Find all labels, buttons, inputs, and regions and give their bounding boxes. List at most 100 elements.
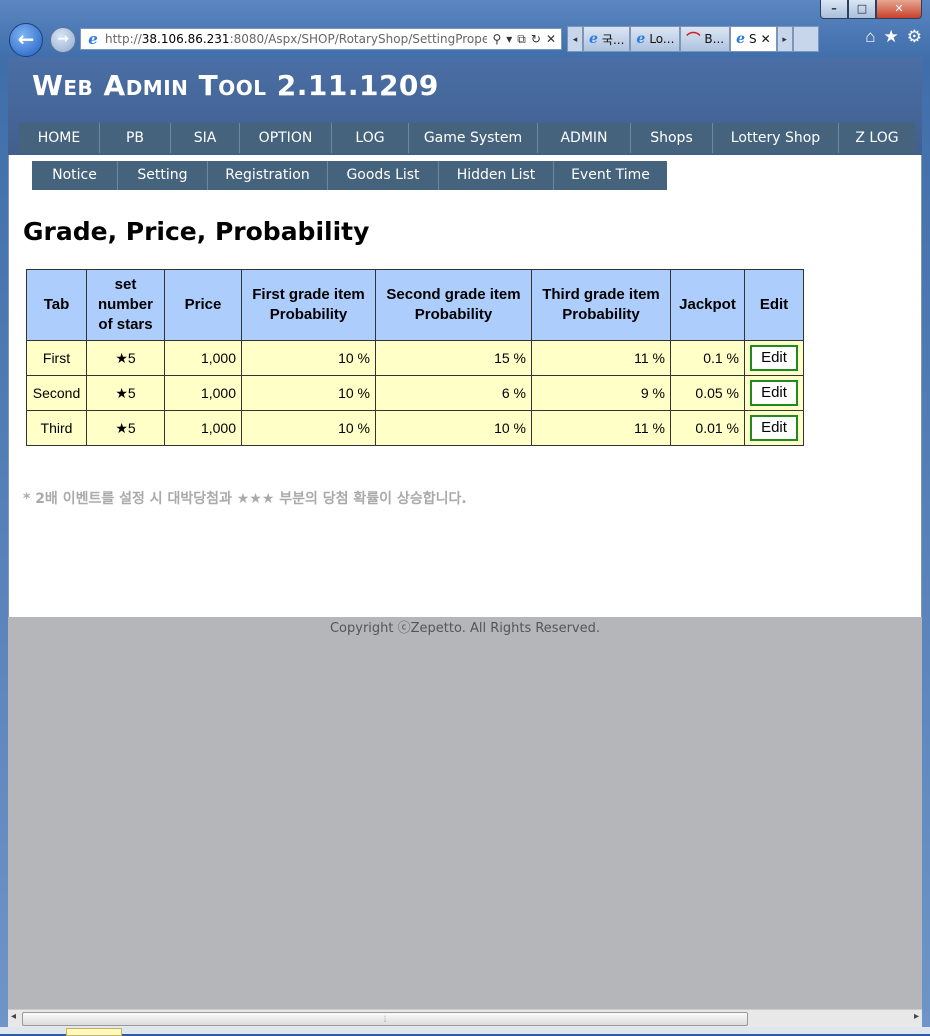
cell-jackpot: 0.1 % bbox=[670, 340, 745, 376]
edit-button[interactable]: Edit bbox=[750, 345, 798, 371]
browser-tab[interactable]: e Lo... bbox=[630, 26, 681, 52]
browser-tab-active[interactable]: e S ✕ bbox=[730, 26, 777, 52]
ie-tab-icon: e bbox=[736, 31, 745, 47]
home-icon[interactable]: ⌂ bbox=[865, 27, 875, 47]
cell-jackpot: 0.01 % bbox=[670, 410, 745, 446]
ie-page-icon: e bbox=[88, 30, 98, 48]
nav-item-shops[interactable]: Shops bbox=[631, 123, 713, 153]
stop-icon[interactable]: ✕ bbox=[546, 32, 556, 47]
cell-second-prob: 15 % bbox=[375, 340, 532, 376]
cell-edit: Edit bbox=[744, 375, 804, 411]
column-header-jackpot: Jackpot bbox=[670, 269, 745, 341]
subnav-item-registration[interactable]: Registration bbox=[208, 161, 328, 190]
nav-item-lottery-shop[interactable]: Lottery Shop bbox=[713, 123, 839, 153]
cell-second-prob: 6 % bbox=[375, 375, 532, 411]
cell-tab: Third bbox=[26, 410, 87, 446]
event-note: * 2배 이벤트를 설정 시 대박당첨과 ★★★ 부분의 당첨 확률이 상승합니… bbox=[23, 491, 467, 507]
window-controls: – □ ✕ bbox=[820, 0, 922, 19]
subnav-item-hidden-list[interactable]: Hidden List bbox=[439, 161, 554, 190]
nav-item-admin[interactable]: ADMIN bbox=[538, 123, 631, 153]
compat-view-icon[interactable]: ⧉ bbox=[517, 32, 526, 47]
scroll-left-icon[interactable]: ◂ bbox=[11, 1011, 16, 1022]
subnav-item-setting[interactable]: Setting bbox=[118, 161, 208, 190]
site-tab-icon: ⌒ bbox=[686, 32, 701, 48]
cell-first-prob: 10 % bbox=[241, 340, 376, 376]
address-bar[interactable]: e http://38.106.86.231:8080/Aspx/SHOP/Ro… bbox=[80, 28, 562, 50]
favorites-star-icon[interactable]: ★ bbox=[884, 27, 899, 47]
cell-third-prob: 11 % bbox=[531, 340, 671, 376]
cell-edit: Edit bbox=[744, 340, 804, 376]
cell-price: 1,000 bbox=[164, 410, 242, 446]
cell-third-prob: 9 % bbox=[531, 375, 671, 411]
cell-first-prob: 10 % bbox=[241, 375, 376, 411]
browser-window: – □ ✕ ← → e http://38.106.86.231:8080/As… bbox=[0, 0, 930, 1036]
nav-item-option[interactable]: OPTION bbox=[240, 123, 332, 153]
tab-scroll-right-icon[interactable]: ▸ bbox=[776, 26, 793, 52]
table-row: Second ★5 1,000 10 % 6 % 9 % 0.05 % Edit bbox=[26, 375, 804, 411]
horizontal-scrollbar[interactable]: ◂ ⦙ ▸ bbox=[8, 1009, 922, 1027]
cell-stars: ★5 bbox=[86, 410, 165, 446]
tab-strip: ◂ e 국... e Lo... ⌒ B... e S ✕ ▸ bbox=[567, 26, 819, 52]
page-title: Grade, Price, Probability bbox=[23, 217, 370, 246]
edit-button[interactable]: Edit bbox=[750, 415, 798, 441]
column-header-second-grade: Second grade item Probability bbox=[375, 269, 532, 341]
page-viewport: Web Admin Tool 2.11.1209 HOME PB SIA OPT… bbox=[8, 57, 922, 1009]
status-bar-panel bbox=[66, 1028, 122, 1036]
cell-second-prob: 10 % bbox=[375, 410, 532, 446]
cell-tab: First bbox=[26, 340, 87, 376]
address-url[interactable]: http://38.106.86.231:8080/Aspx/SHOP/Rota… bbox=[105, 32, 487, 46]
table-header-row: Tab set number of stars Price First grad… bbox=[26, 269, 804, 341]
table-row: First ★5 1,000 10 % 15 % 11 % 0.1 % Edit bbox=[26, 340, 804, 376]
sub-nav: Notice Setting Registration Goods List H… bbox=[32, 161, 667, 190]
browser-tab[interactable]: e 국... bbox=[583, 26, 631, 52]
probability-table: Tab set number of stars Price First grad… bbox=[26, 269, 804, 446]
search-icon[interactable]: ⚲ bbox=[492, 32, 501, 47]
minimize-icon[interactable]: – bbox=[820, 0, 848, 19]
cell-third-prob: 11 % bbox=[531, 410, 671, 446]
column-header-stars: set number of stars bbox=[86, 269, 165, 341]
column-header-third-grade: Third grade item Probability bbox=[531, 269, 671, 341]
cell-price: 1,000 bbox=[164, 340, 242, 376]
scrollbar-thumb[interactable]: ⦙ bbox=[22, 1012, 748, 1026]
back-arrow-icon[interactable]: ← bbox=[9, 23, 43, 57]
nav-item-z-log[interactable]: Z LOG bbox=[839, 123, 915, 153]
refresh-icon[interactable]: ↻ bbox=[531, 32, 541, 47]
dropdown-icon[interactable]: ▾ bbox=[506, 32, 512, 47]
page-content: Notice Setting Registration Goods List H… bbox=[8, 155, 922, 617]
scroll-right-icon[interactable]: ▸ bbox=[914, 1011, 919, 1022]
edit-button[interactable]: Edit bbox=[750, 380, 798, 406]
settings-gear-icon[interactable]: ⚙ bbox=[907, 27, 922, 47]
subnav-item-notice[interactable]: Notice bbox=[32, 161, 118, 190]
nav-item-log[interactable]: LOG bbox=[332, 123, 409, 153]
browser-navbar: ← → e http://38.106.86.231:8080/Aspx/SHO… bbox=[0, 22, 930, 57]
subnav-item-event-time[interactable]: Event Time bbox=[554, 161, 667, 190]
cell-jackpot: 0.05 % bbox=[670, 375, 745, 411]
cell-stars: ★5 bbox=[86, 340, 165, 376]
column-header-first-grade: First grade item Probability bbox=[241, 269, 376, 341]
ie-tab-icon: e bbox=[636, 31, 646, 47]
site-logo[interactable]: Web Admin Tool 2.11.1209 bbox=[32, 69, 439, 102]
nav-item-pb[interactable]: PB bbox=[100, 123, 171, 153]
cell-stars: ★5 bbox=[86, 375, 165, 411]
main-nav: HOME PB SIA OPTION LOG Game System ADMIN… bbox=[19, 123, 915, 153]
cell-price: 1,000 bbox=[164, 375, 242, 411]
nav-item-sia[interactable]: SIA bbox=[171, 123, 240, 153]
nav-item-game-system[interactable]: Game System bbox=[409, 123, 538, 153]
tab-scroll-left-icon[interactable]: ◂ bbox=[567, 26, 583, 52]
column-header-price: Price bbox=[164, 269, 242, 341]
status-bar bbox=[0, 1027, 930, 1036]
maximize-icon[interactable]: □ bbox=[848, 0, 876, 19]
close-icon[interactable]: ✕ bbox=[876, 0, 922, 19]
cell-tab: Second bbox=[26, 375, 87, 411]
browser-tab[interactable]: ⌒ B... bbox=[680, 26, 731, 52]
nav-item-home[interactable]: HOME bbox=[19, 123, 100, 153]
page-footer: Copyright ⓒZepetto. All Rights Reserved. bbox=[329, 621, 601, 636]
column-header-edit: Edit bbox=[744, 269, 804, 341]
tab-close-icon[interactable]: ✕ bbox=[761, 32, 771, 46]
new-tab-button[interactable] bbox=[792, 26, 819, 52]
ie-tab-icon: e bbox=[589, 31, 598, 47]
forward-arrow-icon[interactable]: → bbox=[50, 27, 76, 53]
subnav-item-goods-list[interactable]: Goods List bbox=[328, 161, 439, 190]
cell-edit: Edit bbox=[744, 410, 804, 446]
site-header: Web Admin Tool 2.11.1209 HOME PB SIA OPT… bbox=[8, 57, 922, 155]
